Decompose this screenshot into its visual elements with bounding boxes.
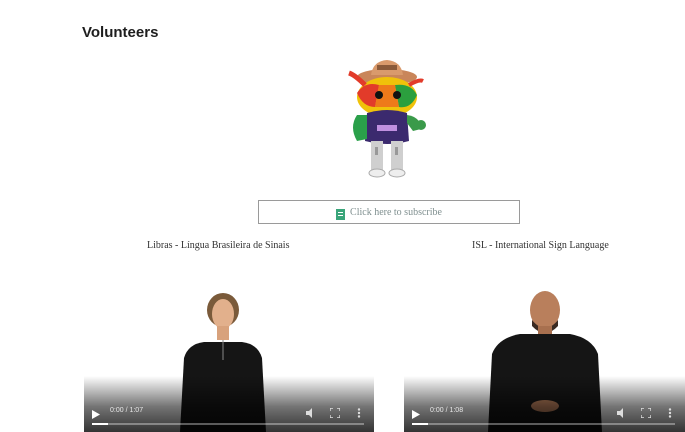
video-progress-fill — [92, 423, 109, 425]
more-icon[interactable] — [354, 405, 364, 418]
language-label-libras: Libras - Língua Brasileira de Sinais — [147, 240, 290, 251]
language-label-isl: ISL - International Sign Language — [472, 240, 609, 251]
page-title: Volunteers — [82, 24, 159, 41]
play-icon[interactable] — [92, 406, 100, 419]
video-progress-fill — [412, 423, 428, 425]
video-time: 0:00 / 1:07 — [110, 406, 144, 414]
video-player-libras[interactable]: 0:00 / 1:07 — [84, 274, 374, 432]
video-player-isl[interactable]: 0:00 / 1:08 — [404, 274, 685, 432]
fullscreen-icon[interactable] — [640, 405, 652, 419]
video-progress-bar[interactable] — [92, 423, 364, 425]
video-controls: 0:00 / 1:08 — [404, 376, 685, 432]
more-icon[interactable] — [665, 405, 675, 418]
video-controls: 0:00 / 1:07 — [84, 376, 374, 432]
subtitles-icon — [336, 207, 346, 220]
video-progress-bar[interactable] — [412, 423, 675, 425]
mascot-illustration — [348, 60, 426, 178]
video-time: 0:00 / 1:08 — [430, 406, 464, 414]
subscribe-label: Click here to subscribe — [350, 206, 442, 218]
fullscreen-icon[interactable] — [329, 405, 341, 419]
volume-icon[interactable] — [306, 405, 316, 418]
play-icon[interactable] — [412, 406, 420, 419]
subscribe-field[interactable]: Click here to subscribe — [258, 200, 520, 224]
volume-icon[interactable] — [617, 405, 627, 418]
